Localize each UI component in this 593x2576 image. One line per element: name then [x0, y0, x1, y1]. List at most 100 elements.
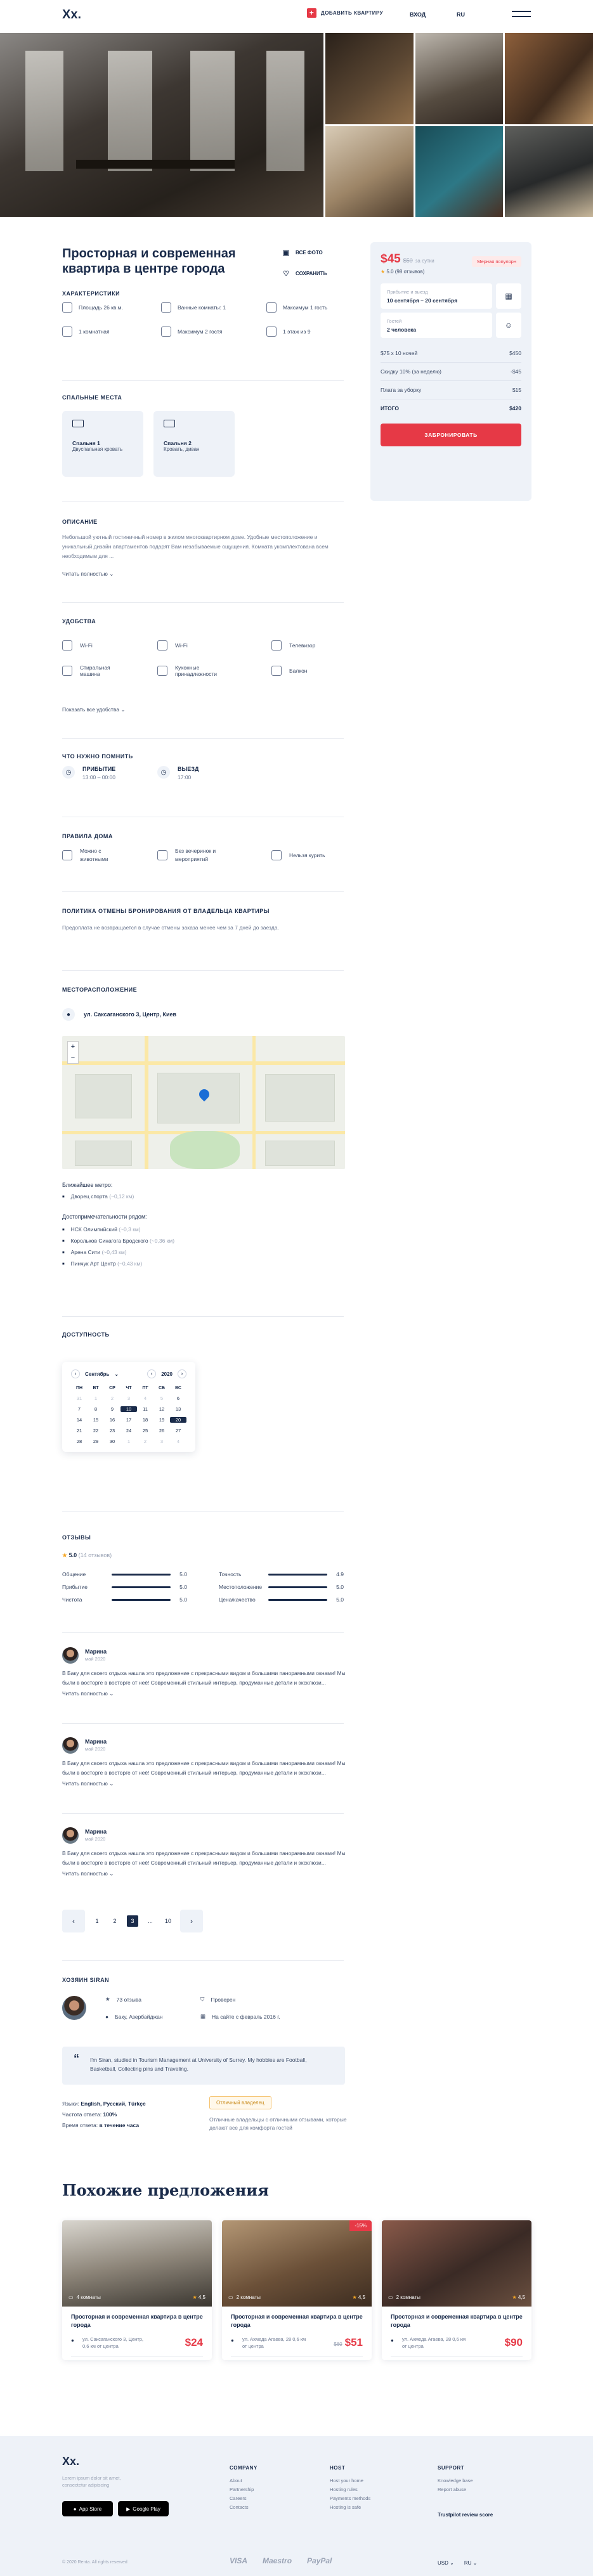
- guests-field[interactable]: Гостей 2 человека: [381, 313, 492, 338]
- calendar-day[interactable]: 27: [170, 1428, 186, 1434]
- appstore-button[interactable]: ● App Store: [62, 2501, 113, 2516]
- read-more-link[interactable]: Читать полностью ⌄: [62, 1870, 348, 1877]
- calendar-day[interactable]: 31: [71, 1395, 88, 1401]
- star-icon: ★: [105, 1996, 110, 2002]
- map[interactable]: + −: [62, 1036, 345, 1169]
- calendar-day[interactable]: 16: [104, 1417, 121, 1423]
- prev-month-icon[interactable]: ‹: [71, 1369, 80, 1378]
- calendar-day[interactable]: 17: [121, 1417, 137, 1423]
- calendar-icon[interactable]: ▦: [496, 283, 521, 309]
- metro-heading: Ближайшее метро:: [62, 1182, 113, 1188]
- read-more-link[interactable]: Читать полностью ⌄: [62, 571, 114, 578]
- read-more-link[interactable]: Читать полностью ⌄: [62, 1780, 348, 1787]
- user-icon[interactable]: ☺: [496, 313, 521, 338]
- calendar-day[interactable]: 28: [71, 1439, 88, 1444]
- rating-row: Цена/качество 5.0: [219, 1596, 344, 1603]
- footer-support: SUPPORT Knowledge base Report abuse: [438, 2465, 473, 2492]
- card-photo[interactable]: -15% ▭ 2 комнаты ★ 4,5: [222, 2220, 372, 2307]
- calendar-day[interactable]: 3: [153, 1439, 170, 1444]
- calendar-day[interactable]: 23: [104, 1428, 121, 1434]
- card-title[interactable]: Просторная и современная квартира в цент…: [71, 2313, 203, 2329]
- year-select[interactable]: 2020: [161, 1371, 173, 1377]
- room-icon: [62, 327, 72, 337]
- calendar-day[interactable]: 13: [170, 1406, 186, 1412]
- calendar-day[interactable]: 1: [88, 1395, 104, 1401]
- calendar-day[interactable]: 7: [71, 1406, 88, 1412]
- washer-icon: [62, 666, 72, 676]
- next-icon[interactable]: ›: [178, 1369, 186, 1378]
- availability-calendar[interactable]: ‹ Сентябрь ⌄ ‹ 2020 › ПН ВТ СР ЧТ ПТ СБ ВС 31 1 2 3 4 5 6…: [62, 1362, 195, 1452]
- calendar-day[interactable]: 11: [137, 1406, 153, 1412]
- calendar-day[interactable]: 21: [71, 1428, 88, 1434]
- language-selector[interactable]: RU ⌄: [464, 2560, 478, 2566]
- card-photo[interactable]: ▭ 4 комнаты ★ 4,5: [62, 2220, 212, 2307]
- balcony-icon: [271, 666, 282, 676]
- rating-bar: [268, 1586, 327, 1588]
- dates-field[interactable]: Прибытие и выезд 10 сентября – 20 сентябр…: [381, 283, 492, 309]
- bed-card: Спальня 2 Кровать, диван: [153, 411, 235, 477]
- calendar-day[interactable]: 18: [137, 1417, 153, 1423]
- calendar-day[interactable]: 4: [170, 1439, 186, 1444]
- host-avatar[interactable]: [62, 1996, 86, 2020]
- calendar-day[interactable]: 9: [104, 1406, 121, 1412]
- host-badge: Отличный владелец Отличные владельцы с от…: [209, 2096, 351, 2132]
- calendar-day[interactable]: 2: [137, 1439, 153, 1444]
- trustpilot-link[interactable]: Trustpilot review score: [438, 2512, 493, 2518]
- page-button[interactable]: 1: [91, 1915, 103, 1927]
- calendar-day[interactable]: 26: [153, 1428, 170, 1434]
- month-select[interactable]: Сентябрь: [85, 1371, 109, 1377]
- calendar-day[interactable]: 2: [104, 1395, 121, 1401]
- page-button-active[interactable]: 3: [127, 1915, 138, 1927]
- read-more-link[interactable]: Читать полностью ⌄: [62, 1690, 348, 1697]
- similar-card[interactable]: -15% ▭ 2 комнаты ★ 4,5 Просторная и современ…: [222, 2220, 372, 2360]
- weekday-label: ПТ: [142, 1386, 148, 1390]
- all-photos-button[interactable]: ▣ ВСЕ ФОТО: [282, 249, 327, 257]
- card-photo[interactable]: ▭ 2 комнаты ★ 4,5: [382, 2220, 531, 2307]
- calendar-day[interactable]: 25: [137, 1428, 153, 1434]
- calendar-day[interactable]: 15: [88, 1417, 104, 1423]
- prev-page-button[interactable]: ‹: [62, 1910, 85, 1932]
- pet-icon: [62, 850, 72, 860]
- prev-year-icon[interactable]: ‹: [147, 1369, 157, 1378]
- calendar-day[interactable]: 8: [88, 1406, 104, 1412]
- booking-panel: $45 $50 за сутки ★ 5.0 (98 отзывов) Мерная…: [370, 242, 531, 501]
- popular-badge: Мерная популярн: [472, 256, 521, 267]
- host-heading: ХОЗЯИН SIRAN: [62, 1977, 110, 1983]
- page-button[interactable]: 10: [162, 1915, 174, 1927]
- calendar-day[interactable]: 10: [121, 1406, 137, 1412]
- calendar-day[interactable]: 30: [104, 1439, 121, 1444]
- footer-logo[interactable]: Xx.: [62, 2455, 169, 2468]
- googleplay-button[interactable]: ▶ Google Play: [118, 2501, 169, 2516]
- calendar-grid[interactable]: ПН ВТ СР ЧТ ПТ СБ ВС 31 1 2 3 4 5 6 7 8 9 10 11 12 13 14 15 16 1…: [71, 1386, 186, 1444]
- next-page-button[interactable]: ›: [180, 1910, 203, 1932]
- sights-list: НСК Олимпийский (~0,3 км) Корольков Сина…: [62, 1226, 174, 1272]
- calendar-day[interactable]: 6: [170, 1395, 186, 1401]
- chars-heading: ХАРАКТЕРИСТИКИ: [62, 290, 121, 297]
- page-button[interactable]: 2: [109, 1915, 121, 1927]
- similar-card[interactable]: ▭ 4 комнаты ★ 4,5 Просторная и современная …: [62, 2220, 212, 2360]
- host-section: ХОЗЯИН SIRAN ★ 73 отзыва ⛉ Проверен ● Баку,…: [62, 1977, 348, 2020]
- calendar-day[interactable]: 29: [88, 1439, 104, 1444]
- calendar-day[interactable]: 3: [121, 1395, 137, 1401]
- similar-card[interactable]: ▭ 2 комнаты ★ 4,5 Просторная и современная …: [382, 2220, 531, 2360]
- calendar-day[interactable]: 19: [153, 1417, 170, 1423]
- calendar-day[interactable]: 4: [137, 1395, 153, 1401]
- calendar-day[interactable]: 14: [71, 1417, 88, 1423]
- calendar-icon: ▦: [200, 2013, 206, 2019]
- show-all-amenities-link[interactable]: Показать все удобства ⌄: [62, 706, 125, 713]
- calendar-day[interactable]: 1: [121, 1439, 137, 1444]
- calendar-day[interactable]: 24: [121, 1428, 137, 1434]
- calendar-day[interactable]: 5: [153, 1395, 170, 1401]
- card-title[interactable]: Просторная и современная квартира в цент…: [231, 2313, 363, 2329]
- zoom-control[interactable]: + −: [67, 1041, 79, 1064]
- calendar-day[interactable]: 12: [153, 1406, 170, 1412]
- currency-selector[interactable]: USD ⌄: [438, 2560, 454, 2566]
- save-button[interactable]: ♡ СОХРАНИТЬ: [282, 269, 327, 278]
- amenities-list: Wi-Fi Wi-Fi Телевизор Стиральная машина …: [62, 639, 344, 677]
- book-button[interactable]: ЗАБРОНИРОВАТЬ: [381, 424, 521, 446]
- calendar-day[interactable]: 22: [88, 1428, 104, 1434]
- calendar-day[interactable]: 20: [170, 1417, 186, 1423]
- card-title[interactable]: Просторная и современная квартира в цент…: [391, 2313, 523, 2329]
- rules-list: Можно с животными Без вечеринок и меропр…: [62, 847, 344, 864]
- avatar: [62, 1827, 79, 1844]
